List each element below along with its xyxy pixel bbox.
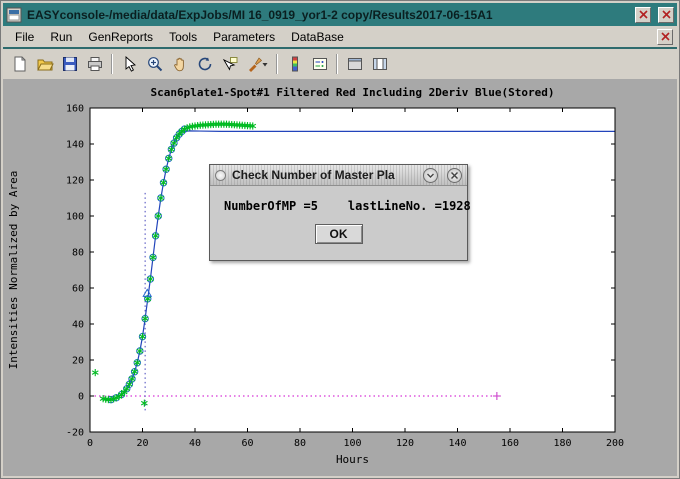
menu-run[interactable]: Run — [42, 27, 80, 47]
svg-text:140: 140 — [448, 438, 466, 449]
dialog-titlebar[interactable]: Check Number of Master Pla — [210, 165, 467, 186]
window-close-button[interactable] — [658, 7, 674, 23]
svg-text:140: 140 — [66, 140, 84, 151]
window-title: EASYconsole-/media/data/ExpJobs/MI 16_09… — [27, 8, 628, 22]
svg-text:Hours: Hours — [336, 453, 369, 466]
last-line-no-value: lastLineNo. =1928 — [348, 199, 471, 213]
open-file-icon — [36, 55, 54, 73]
brush-icon — [246, 55, 268, 73]
close-icon — [662, 10, 671, 19]
svg-text:180: 180 — [553, 438, 571, 449]
data-cursor-button[interactable] — [217, 52, 242, 77]
svg-text:40: 40 — [189, 438, 201, 449]
open-file-button[interactable] — [32, 52, 57, 77]
save-figure-button[interactable] — [57, 52, 82, 77]
dialog-icon — [215, 170, 226, 181]
rotate-3d-button[interactable] — [192, 52, 217, 77]
rotate-3d-icon — [196, 55, 214, 73]
minimize-icon — [639, 10, 648, 19]
chevron-down-icon — [426, 171, 435, 180]
svg-text:Scan6plate1-Spot#1 Filtered Re: Scan6plate1-Spot#1 Filtered Red Includin… — [151, 86, 555, 99]
svg-text:160: 160 — [66, 104, 84, 115]
hide-plot-tools-icon — [346, 55, 364, 73]
svg-text:120: 120 — [396, 438, 414, 449]
svg-text:120: 120 — [66, 176, 84, 187]
svg-text:20: 20 — [136, 438, 148, 449]
show-plot-tools-icon — [371, 55, 389, 73]
menubar-close-button[interactable] — [657, 29, 673, 45]
figure-toolbar — [3, 49, 677, 79]
svg-text:20: 20 — [72, 356, 84, 367]
svg-text:0: 0 — [78, 392, 84, 403]
menu-file[interactable]: File — [7, 27, 42, 47]
svg-text:40: 40 — [72, 320, 84, 331]
menu-bar: File Run GenReports Tools Parameters Dat… — [3, 26, 677, 49]
menu-database[interactable]: DataBase — [283, 27, 352, 47]
svg-text:160: 160 — [501, 438, 519, 449]
svg-text:100: 100 — [66, 212, 84, 223]
dialog-ok-button[interactable]: OK — [315, 224, 363, 244]
svg-text:80: 80 — [72, 248, 84, 259]
pan-button[interactable] — [167, 52, 192, 77]
save-figure-icon — [61, 55, 79, 73]
svg-text:0: 0 — [87, 438, 93, 449]
print-figure-icon — [86, 55, 104, 73]
check-master-plates-dialog: Check Number of Master Pla NumberOfMP =5… — [209, 164, 468, 261]
pan-hand-icon — [171, 55, 189, 73]
zoom-in-button[interactable] — [142, 52, 167, 77]
insert-colorbar-icon — [286, 55, 304, 73]
show-plot-tools-button[interactable] — [367, 52, 392, 77]
dialog-message: NumberOfMP =5 lastLineNo. =1928 — [224, 199, 453, 213]
dialog-title: Check Number of Master Pla — [232, 168, 395, 182]
data-cursor-icon — [221, 55, 239, 73]
window-minimize-button[interactable] — [635, 7, 651, 23]
edit-plot-button[interactable] — [117, 52, 142, 77]
new-figure-icon — [11, 55, 29, 73]
dialog-collapse-button[interactable] — [423, 168, 438, 183]
toolbar-separator — [111, 54, 113, 74]
svg-text:60: 60 — [72, 284, 84, 295]
app-icon — [6, 7, 22, 23]
app-window: EASYconsole-/media/data/ExpJobs/MI 16_09… — [0, 0, 680, 479]
menu-tools[interactable]: Tools — [161, 27, 205, 47]
plot-canvas[interactable]: 020406080100120140160180200-200204060801… — [3, 79, 677, 476]
number-of-mp-value: NumberOfMP =5 — [224, 199, 318, 213]
svg-text:Intensities Normalized by Area: Intensities Normalized by Area — [7, 171, 20, 370]
hide-plot-tools-button[interactable] — [342, 52, 367, 77]
brush-data-button[interactable] — [242, 52, 272, 77]
dialog-body: NumberOfMP =5 lastLineNo. =1928 OK — [210, 186, 467, 244]
close-icon — [450, 171, 459, 180]
svg-text:100: 100 — [343, 438, 361, 449]
close-icon — [661, 32, 670, 41]
insert-colorbar-button[interactable] — [282, 52, 307, 77]
window-titlebar[interactable]: EASYconsole-/media/data/ExpJobs/MI 16_09… — [3, 3, 677, 26]
dialog-close-button[interactable] — [447, 168, 462, 183]
menu-parameters[interactable]: Parameters — [205, 27, 283, 47]
svg-text:80: 80 — [294, 438, 306, 449]
print-figure-button[interactable] — [82, 52, 107, 77]
menu-genreports[interactable]: GenReports — [80, 27, 161, 47]
edit-plot-arrow-icon — [121, 55, 139, 73]
toolbar-separator — [276, 54, 278, 74]
figure-area: 020406080100120140160180200-200204060801… — [3, 79, 677, 476]
toolbar-separator — [336, 54, 338, 74]
new-figure-button[interactable] — [7, 52, 32, 77]
insert-legend-icon — [311, 55, 329, 73]
svg-text:60: 60 — [241, 438, 253, 449]
svg-text:200: 200 — [606, 438, 624, 449]
zoom-in-icon — [146, 55, 164, 73]
insert-legend-button[interactable] — [307, 52, 332, 77]
svg-text:-20: -20 — [66, 428, 84, 439]
